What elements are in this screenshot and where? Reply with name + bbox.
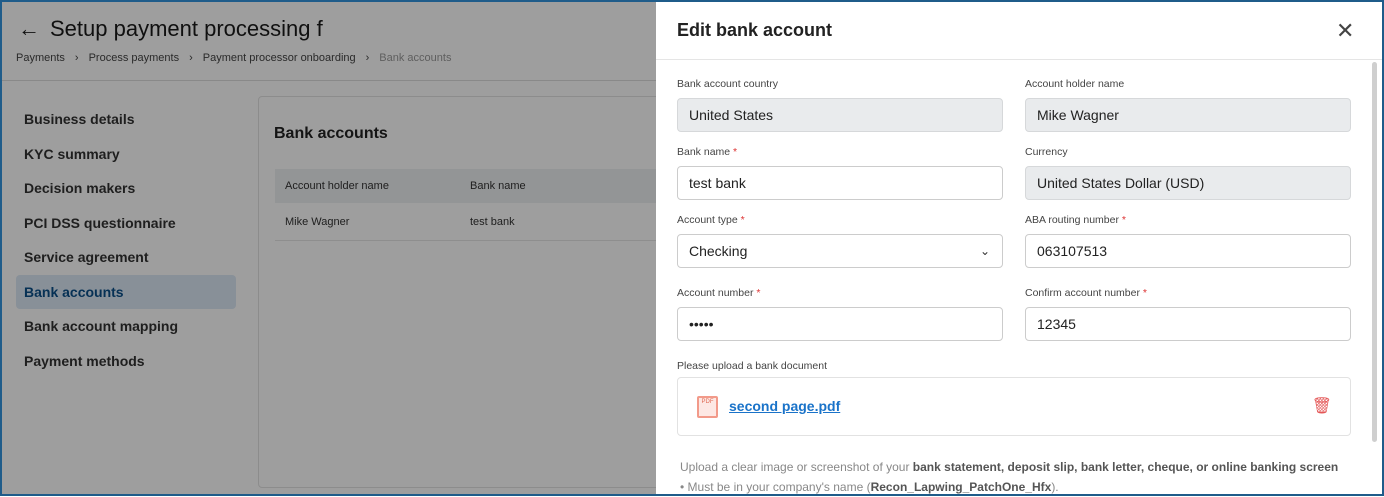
help-intro: Upload a clear image or screenshot of yo… [680, 457, 1338, 477]
required-mark: * [1142, 287, 1147, 299]
bank-account-country-input: United States [677, 98, 1003, 132]
upload-label: Please upload a bank document [677, 360, 828, 372]
routing-number-field: ABA routing number * 063107513 [1025, 214, 1351, 268]
required-mark: * [740, 214, 745, 226]
drawer-title: Edit bank account [677, 20, 833, 40]
modal-overlay[interactable] [0, 0, 656, 496]
field-label: ABA routing number * [1025, 214, 1351, 228]
required-mark: * [1121, 214, 1126, 226]
drawer-header: Edit bank account ✕ [656, 0, 1384, 60]
label-text: Account type [677, 214, 738, 226]
account-type-field: Account type * Checking ⌄ [677, 214, 1003, 268]
help-bullet: • Must be in your company's name (Recon_… [680, 480, 1059, 494]
account-holder-input: Mike Wagner [1025, 98, 1351, 132]
required-mark: * [756, 287, 761, 299]
file-link[interactable]: second page.pdf [729, 398, 840, 414]
field-label: Account type * [677, 214, 1003, 228]
field-label: Bank account country [677, 78, 778, 90]
confirm-account-number-input[interactable]: 12345 [1025, 307, 1351, 341]
routing-number-input[interactable]: 063107513 [1025, 234, 1351, 268]
scrollbar[interactable] [1372, 62, 1377, 442]
bank-name-field: Bank name * test bank [677, 146, 1003, 200]
required-mark: * [733, 146, 738, 158]
account-type-select[interactable]: Checking ⌄ [677, 234, 1003, 268]
help-bold: bank statement, deposit slip, bank lette… [912, 460, 1339, 474]
field-label: Account number * [677, 287, 1003, 301]
account-number-field: Account number * ••••• [677, 287, 1003, 341]
help-text: Upload a clear image or screenshot of yo… [680, 460, 913, 474]
chevron-down-icon: ⌄ [979, 244, 990, 258]
account-number-input[interactable]: ••••• [677, 307, 1003, 341]
label-text: Bank name [677, 146, 731, 158]
close-icon[interactable]: ✕ [1336, 18, 1354, 44]
field-label: Bank name * [677, 146, 1003, 160]
upload-help-text: Upload a clear image or screenshot of yo… [680, 457, 1338, 497]
help-text: ). [1051, 480, 1059, 494]
selected-value: Checking [689, 243, 748, 259]
currency-field: Currency United States Dollar (USD) [1025, 146, 1351, 200]
bank-name-input[interactable]: test bank [677, 166, 1003, 200]
uploaded-file: PDF second page.pdf 🗑 [677, 377, 1351, 436]
field-label: Confirm account number * [1025, 287, 1351, 301]
field-label: Currency [1025, 146, 1068, 158]
pdf-badge: PDF [701, 399, 714, 405]
currency-input: United States Dollar (USD) [1025, 166, 1351, 200]
pdf-file-icon: PDF [697, 396, 718, 418]
help-text: Must be in your company's name ( [687, 480, 871, 494]
field-label: Account holder name [1025, 78, 1125, 90]
company-name: Recon_Lapwing_PatchOne_Hfx [870, 480, 1052, 494]
bank-account-country-field: Bank account country United States [677, 78, 1003, 132]
label-text: ABA routing number [1025, 214, 1119, 226]
account-holder-field: Account holder name Mike Wagner [1025, 78, 1351, 132]
label-text: Confirm account number [1025, 287, 1140, 299]
edit-bank-account-drawer: Edit bank account ✕ Bank account country… [656, 0, 1384, 496]
trash-icon[interactable]: 🗑 [1312, 396, 1332, 416]
confirm-account-number-field: Confirm account number * 12345 [1025, 287, 1351, 341]
label-text: Account number [677, 287, 754, 299]
